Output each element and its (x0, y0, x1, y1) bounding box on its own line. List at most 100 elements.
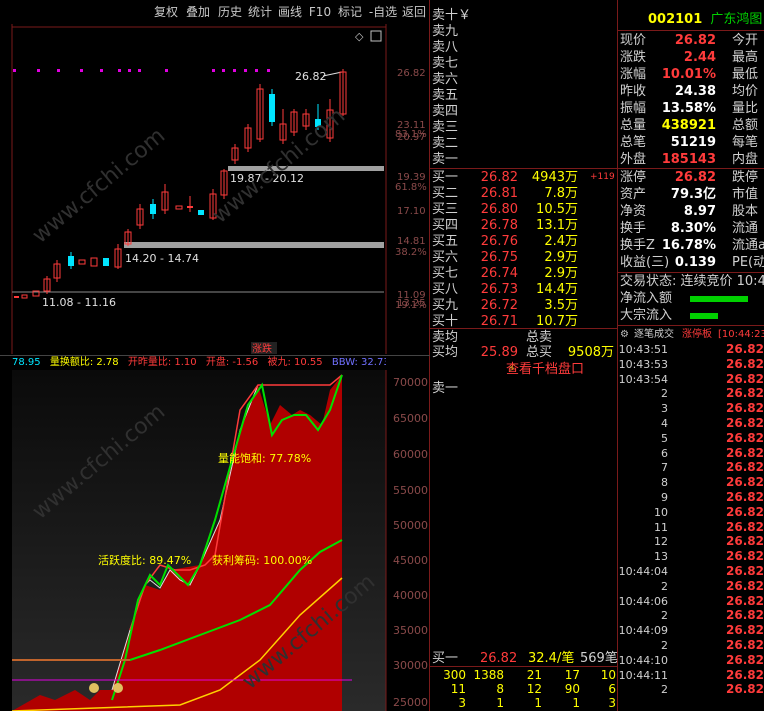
tick-time: 4 (661, 417, 668, 430)
buy-level-row[interactable]: 买七 26.74 2.9万 (430, 266, 617, 281)
sell-level-label: 卖五 (432, 88, 459, 103)
tool-stats-button[interactable]: 统计 (246, 4, 274, 20)
tick-time: 10:44:06 (618, 594, 668, 608)
queue-cell: 10 (600, 668, 616, 682)
tool-f10-button[interactable]: F10 (308, 4, 332, 20)
queue-buy-avg: 32.4/笔 (528, 651, 575, 666)
tick-time: 2 (661, 639, 668, 652)
queue-cell: 1 (534, 696, 542, 710)
ticks-title[interactable]: 逐笔成交 (634, 327, 674, 342)
tick-time: 10 (654, 505, 668, 519)
buy-level-row[interactable]: 买十 26.71 10.7万 (430, 314, 617, 329)
band-label-middle: 14.20 - 14.74 (125, 252, 199, 265)
queue-buy-row: 买一 26.82 32.4/笔 569笔 (430, 651, 618, 666)
tick-price: 26.82 (726, 342, 764, 356)
tick-row: 10:44:06 26.82 (618, 594, 764, 609)
quote-value: 13.58% (661, 101, 716, 116)
lightning-icon: ⚡ (508, 362, 516, 375)
quote-row: 涨跌 2.44 最高 (618, 50, 764, 65)
queue-cell: 17 (564, 668, 580, 682)
view-depth-link[interactable]: 查看千档盘口 (506, 362, 584, 377)
stock-name[interactable]: 广东鸿图 (710, 12, 762, 27)
buy-level-row[interactable]: 买一 26.82 4943万 +119 (430, 170, 617, 185)
buy-level-price: 26.81 (480, 186, 518, 201)
kline-chart[interactable]: 19.87 - 20.12 14.20 - 14.74 11.08 - 11.1… (0, 24, 430, 354)
tool-fuquan-button[interactable]: 复权 (152, 4, 180, 20)
quote-label: 净资 (620, 204, 647, 219)
chip-chart[interactable]: 量能饱和: 77.78% 活跃度比: 89.47% 获利筹码: 100.00% … (0, 370, 430, 711)
queue-cell: 8 (496, 682, 504, 696)
ticks-tab[interactable]: 涨停板 (682, 327, 712, 342)
price-label: 14.81 (397, 236, 426, 247)
pct-label: 19.1% (395, 300, 427, 311)
stock-header: 002101 广东鸿图 (648, 12, 762, 27)
tick-row: 2 26.82 (618, 579, 764, 594)
tool-back-button[interactable]: 返回 (400, 4, 428, 20)
buy-level-price: 26.75 (480, 250, 518, 265)
quote-row: 涨幅 10.01% 最低 (618, 67, 764, 82)
tool-draw-button[interactable]: 画线 (276, 4, 304, 20)
orderbook-panel: 卖十￥ 卖九 卖八 卖七 卖六 卖五 卖四 卖三 卖二 卖一 买一 26.82 … (430, 0, 618, 711)
sell-level-label: 卖四 (432, 104, 459, 119)
buy-level-row[interactable]: 买二 26.81 7.8万 (430, 186, 617, 201)
queue-cell: 12 (526, 682, 542, 696)
quote-label: 总量 (620, 118, 647, 133)
tool-overlay-button[interactable]: 叠加 (184, 4, 212, 20)
sell-level-label: 卖十￥ (432, 8, 472, 23)
quote-label: 昨收 (620, 84, 647, 99)
buy-level-price: 26.76 (480, 234, 518, 249)
tick-time: 13 (654, 550, 668, 564)
tick-price: 26.82 (726, 578, 764, 593)
quote-row: 收益(三) 0.139 PE(动) (618, 255, 764, 270)
buy-level-label: 买二 (432, 186, 459, 201)
tick-time: 10:43:51 (618, 343, 668, 356)
buy-level-row[interactable]: 买五 26.76 2.4万 (430, 234, 617, 249)
pct-label: 61.8% (395, 182, 427, 193)
ticks-header: ⚙ 逐笔成交 涨停板 [10:44:23 (618, 327, 764, 342)
band-label-lower: 11.08 - 11.16 (42, 296, 116, 309)
axis-label: 45000 (393, 554, 428, 567)
buy-level-row[interactable]: 买八 26.73 14.4万 (430, 282, 617, 297)
buy-level-volume: 13.1万 (536, 218, 578, 233)
tick-price: 26.82 (726, 593, 764, 608)
buy-level-price: 26.82 (480, 170, 518, 185)
tick-price: 26.82 (726, 401, 764, 416)
tick-row: 2 26.82 (618, 386, 764, 401)
buy-level-row[interactable]: 买六 26.75 2.9万 (430, 250, 617, 265)
queue-cell: 21 (526, 668, 542, 682)
tick-row: 2 26.82 (618, 682, 764, 697)
tick-row: 12 26.82 (618, 534, 764, 549)
buy-level-volume: 2.4万 (544, 234, 578, 249)
quote-label: 总额 (732, 118, 759, 133)
quote-label: 换手 (620, 221, 647, 236)
tool-watchlist-button[interactable]: -自选 (368, 4, 398, 20)
buy-level-row[interactable]: 买四 26.78 13.1万 (430, 218, 617, 233)
buy-level-row[interactable]: 买三 26.80 10.5万 (430, 202, 617, 217)
quote-label: 现价 (620, 33, 647, 48)
tick-row: 11 26.82 (618, 520, 764, 535)
tool-mark-button[interactable]: 标记 (336, 4, 364, 20)
axis-label: 35000 (393, 624, 428, 637)
quote-label: 最高 (732, 50, 759, 65)
queue-buy-label: 买一 (432, 651, 459, 666)
quote-label: 内盘 (732, 152, 759, 167)
tick-price: 26.82 (726, 504, 764, 519)
indicator-value: 78.95 (12, 357, 41, 368)
tick-row: 5 26.82 (618, 431, 764, 446)
buy-level-row[interactable]: 买九 26.72 3.5万 (430, 298, 617, 313)
tick-row: 10:44:11 26.82 (618, 668, 764, 683)
tick-price: 26.82 (726, 490, 764, 504)
settings-icon[interactable]: ⚙ (620, 327, 629, 342)
quote-label: 股本 (732, 204, 759, 219)
tick-time: 10:44:11 (618, 668, 668, 682)
indicator-value: BBW: 32.73 (331, 357, 386, 368)
queue-cell: 3 (608, 696, 616, 710)
pct-label: 38.2% (395, 247, 427, 258)
diamond-icon[interactable]: ◇ (355, 30, 364, 43)
quote-row: 外盘 185143 内盘 (618, 152, 764, 167)
tool-history-button[interactable]: 历史 (216, 4, 244, 20)
quote-label: 量比 (732, 101, 759, 116)
strip-label[interactable]: 涨跌 (252, 342, 272, 354)
total-buy-value: 9508万 (567, 345, 614, 360)
price-label: 26.82 (397, 68, 426, 79)
